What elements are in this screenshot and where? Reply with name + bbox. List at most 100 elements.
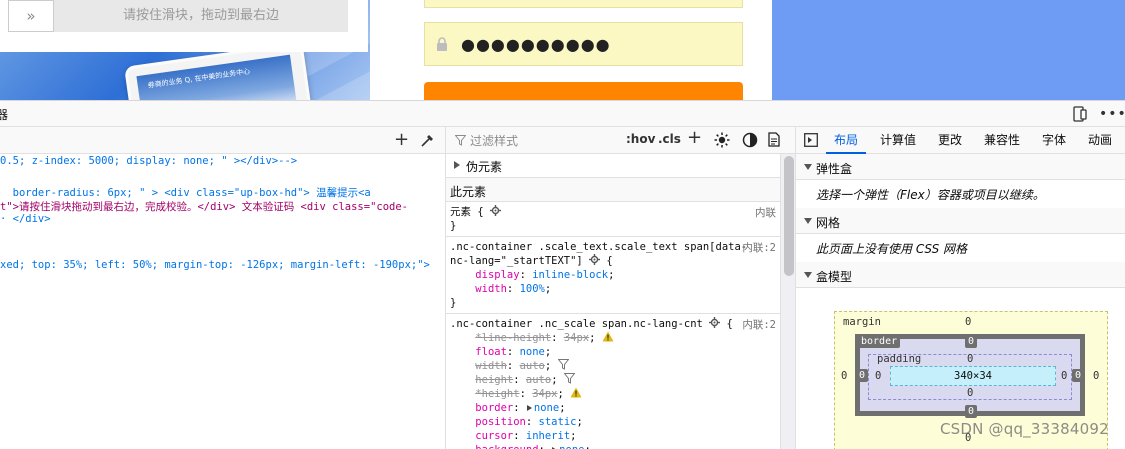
slider-track[interactable]: » 请按住滑块，拖动到最右边: [8, 0, 348, 32]
gear-icon[interactable]: [489, 205, 501, 216]
password-field[interactable]: ●●●●●●●●●●: [424, 22, 743, 66]
warning-icon: [570, 387, 582, 398]
add-node-button[interactable]: +: [394, 129, 409, 150]
property-value[interactable]: 34px: [532, 388, 557, 400]
declaration[interactable]: border: none;: [450, 401, 780, 415]
property-name[interactable]: background: [475, 444, 538, 449]
property-value[interactable]: none: [520, 346, 545, 358]
property-name[interactable]: cursor: [475, 430, 513, 442]
hov-toggle-button[interactable]: :hov: [626, 132, 655, 146]
grid-message: 此页面上没有使用 CSS 网格: [816, 242, 968, 256]
border-left-value[interactable]: 0: [856, 369, 869, 382]
rule-source[interactable]: 内联: [755, 205, 776, 220]
rule-selector: .nc-container .nc_scale span.nc-lang-cnt: [450, 318, 703, 330]
tab-fonts[interactable]: 字体: [1034, 127, 1074, 154]
expand-triangle-icon[interactable]: [526, 405, 532, 411]
tab-compatibility[interactable]: 兼容性: [976, 127, 1028, 154]
toggle-sidebar-icon[interactable]: [804, 133, 818, 147]
property-value[interactable]: none: [534, 402, 559, 414]
tab-animations[interactable]: 动画: [1080, 127, 1120, 154]
more-options-icon[interactable]: •••: [1099, 106, 1125, 122]
property-name[interactable]: width: [475, 283, 507, 295]
flexbox-section-header[interactable]: 弹性盒: [796, 154, 1125, 180]
login-button[interactable]: [424, 82, 743, 100]
dark-scheme-icon[interactable]: [742, 132, 758, 148]
rules-scrollbar[interactable]: [780, 154, 795, 449]
declaration[interactable]: height: auto;: [450, 373, 780, 387]
element-rule[interactable]: 元素 { } 内联: [446, 202, 780, 237]
eyedropper-icon[interactable]: [420, 132, 436, 148]
tab-layout[interactable]: 布局: [826, 127, 867, 154]
property-name[interactable]: *height: [475, 388, 519, 400]
section-title: 盒模型: [816, 270, 853, 284]
tab-changes[interactable]: 更改: [930, 127, 970, 154]
declaration[interactable]: width: auto;: [450, 359, 780, 373]
property-name[interactable]: *line-height: [475, 332, 551, 344]
property-name[interactable]: float: [475, 346, 507, 358]
markup-line[interactable]: xed; top: 35%; left: 50%; margin-top: -1…: [0, 259, 430, 271]
rule-source[interactable]: 内联:2: [742, 317, 776, 332]
markup-line[interactable]: t">请按住滑块拖动到最右边，完成校验。</div> 文本验证码 <div cl…: [0, 199, 408, 214]
rule-source[interactable]: 内联:2: [742, 240, 776, 255]
property-value[interactable]: inherit: [526, 430, 570, 442]
gear-icon[interactable]: [589, 254, 601, 265]
password-value: ●●●●●●●●●●: [461, 35, 611, 54]
property-value[interactable]: static: [539, 416, 577, 428]
property-value[interactable]: inline-block: [532, 269, 608, 281]
padding-top-value[interactable]: 0: [967, 353, 973, 365]
padding-bottom-value[interactable]: 0: [967, 387, 973, 399]
border-right-value[interactable]: 0: [1072, 369, 1085, 382]
print-simulation-icon[interactable]: [768, 132, 780, 147]
pseudo-elements-toggle[interactable]: 伪元素: [446, 154, 780, 178]
boxmodel-content-size[interactable]: 340×34: [890, 366, 1056, 386]
slider-handle[interactable]: »: [8, 0, 54, 32]
filter-icon[interactable]: [563, 373, 575, 384]
css-rule[interactable]: .nc-container .nc_scale span.nc-lang-cnt…: [446, 314, 780, 449]
warning-icon: [602, 331, 614, 342]
border-label: border: [858, 335, 901, 348]
boxmodel-section-header[interactable]: 盒模型: [796, 262, 1125, 288]
property-name[interactable]: position: [475, 416, 526, 428]
filter-styles-input[interactable]: 过滤样式: [470, 132, 518, 149]
declaration[interactable]: *line-height: 34px;: [450, 331, 780, 345]
username-field[interactable]: [424, 0, 743, 8]
border-bottom-value[interactable]: 0: [965, 405, 978, 418]
add-rule-button[interactable]: +: [687, 127, 702, 148]
padding-right-value[interactable]: 0: [1061, 370, 1067, 382]
margin-right-value[interactable]: 0: [1093, 370, 1099, 382]
boxmodel-padding[interactable]: padding 0 0 0 0 340×34: [868, 353, 1072, 400]
gear-icon[interactable]: [709, 317, 721, 328]
property-name[interactable]: border: [475, 402, 513, 414]
property-name[interactable]: height: [475, 374, 513, 386]
declaration[interactable]: background: none;: [450, 443, 780, 449]
border-top-value[interactable]: 0: [965, 335, 978, 348]
property-value[interactable]: none: [559, 444, 584, 449]
responsive-design-icon[interactable]: [1073, 106, 1087, 122]
property-name[interactable]: display: [475, 269, 519, 281]
property-name[interactable]: width: [475, 360, 507, 372]
pseudo-elements-label: 伪元素: [466, 160, 503, 174]
tab-computed[interactable]: 计算值: [872, 127, 924, 154]
scrollbar-thumb[interactable]: [784, 156, 794, 276]
declaration[interactable]: cursor: inherit;: [450, 429, 780, 443]
boxmodel-border[interactable]: border 0 0 0 0 padding 0 0 0 0 340×34: [855, 334, 1085, 418]
markup-line[interactable]: 0.5; z-index: 5000; display: none; " ></…: [0, 155, 297, 167]
cls-toggle-button[interactable]: .cls: [658, 132, 681, 146]
declaration[interactable]: float: none;: [450, 345, 780, 359]
declaration[interactable]: position: static;: [450, 415, 780, 429]
filter-icon[interactable]: [557, 359, 569, 370]
inspector-tab-label[interactable]: 器: [0, 106, 8, 123]
property-value[interactable]: auto: [526, 374, 551, 386]
grid-section-header[interactable]: 网格: [796, 208, 1125, 234]
light-scheme-icon[interactable]: [714, 132, 730, 148]
margin-left-value[interactable]: 0: [841, 370, 847, 382]
property-value[interactable]: 34px: [564, 332, 589, 344]
markup-line[interactable]: border-radius: 6px; " > <div class="up-b…: [0, 185, 371, 200]
property-value[interactable]: auto: [520, 360, 545, 372]
declaration[interactable]: *height: 34px;: [450, 387, 780, 401]
css-rule[interactable]: .nc-container .scale_text.scale_text spa…: [446, 237, 780, 314]
margin-top-value[interactable]: 0: [965, 316, 971, 328]
padding-left-value[interactable]: 0: [875, 370, 881, 382]
markup-line[interactable]: · </div>: [0, 213, 51, 225]
property-value[interactable]: 100%: [520, 283, 545, 295]
